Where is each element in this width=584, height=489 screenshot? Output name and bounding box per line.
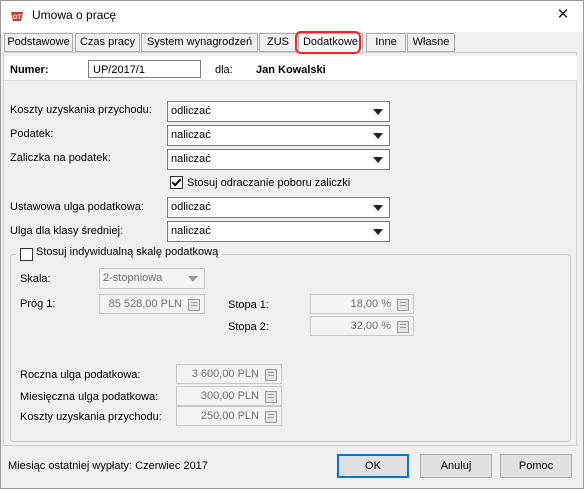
chevron-down-icon <box>188 276 198 282</box>
group-koszty-field[interactable]: 250,00 PLN <box>176 406 282 426</box>
calculator-icon[interactable] <box>265 411 277 423</box>
stopa2-label: Stopa 2: <box>228 321 269 333</box>
podatek-label: Podatek: <box>10 128 54 140</box>
numer-field[interactable]: UP/2017/1 <box>88 60 201 78</box>
odraczanie-label: Stosuj odraczanie poboru zaliczki <box>187 177 351 189</box>
calculator-icon[interactable] <box>265 391 277 403</box>
odraczanie-checkbox[interactable] <box>170 176 183 189</box>
cancel-button[interactable]: Anuluj <box>420 454 492 478</box>
roczna-label: Roczna ulga podatkowa: <box>20 369 141 381</box>
group-koszty-label: Koszty uzyskania przychodu: <box>20 411 162 423</box>
app-logo-icon: GT <box>11 12 23 21</box>
chevron-down-icon <box>373 109 383 115</box>
chevron-down-icon <box>373 157 383 163</box>
podatek-select-value: naliczać <box>171 129 211 141</box>
calculator-icon[interactable] <box>265 369 277 381</box>
stopa1-field[interactable]: 18,00 % <box>310 294 414 314</box>
window-title: Umowa o pracę <box>32 8 117 22</box>
klasa-select-value: naliczać <box>171 225 211 237</box>
podatek-select[interactable]: naliczać <box>167 125 390 146</box>
klasa-label: Ulga dla klasy średniej: <box>10 225 124 237</box>
calculator-icon[interactable] <box>397 321 409 333</box>
employee-name: Jan Kowalski <box>256 64 326 76</box>
prog-field[interactable]: 85 528,00 PLN <box>99 294 205 314</box>
numer-label: Numer: <box>10 64 49 76</box>
tab-zus[interactable]: ZUS <box>259 33 297 52</box>
tab-inne[interactable]: Inne <box>366 33 406 52</box>
calculator-icon[interactable] <box>397 299 409 311</box>
tab-podstawowe[interactable]: Podstawowe <box>4 33 73 52</box>
roczna-field[interactable]: 3 600,00 PLN <box>176 364 282 384</box>
scale-group-legend: Stosuj indywidualną skalę podatkową <box>16 246 223 262</box>
zaliczka-select-value: naliczać <box>171 153 211 165</box>
stopa2-field[interactable]: 32,00 % <box>310 316 414 336</box>
skala-select-value: 2-stopniowa <box>103 272 163 284</box>
skala-select[interactable]: 2-stopniowa <box>99 268 205 289</box>
stopa1-label: Stopa 1: <box>228 299 269 311</box>
zaliczka-select[interactable]: naliczać <box>167 149 390 170</box>
tab-system-wynagrodzen[interactable]: System wynagrodzeń <box>141 33 258 52</box>
close-icon[interactable]: ✕ <box>551 4 575 26</box>
chevron-down-icon <box>373 229 383 235</box>
stopa2-value: 32,00 % <box>350 320 391 332</box>
ulga-label: Ustawowa ulga podatkowa: <box>10 201 144 213</box>
scale-checkbox[interactable] <box>20 248 33 261</box>
stopa1-value: 18,00 % <box>350 298 391 310</box>
prog-value: 85 528,00 PLN <box>108 298 182 310</box>
title-bar: GT Umowa o pracę ✕ <box>1 1 583 32</box>
ulga-select[interactable]: odliczać <box>167 197 390 218</box>
tab-czas-pracy[interactable]: Czas pracy <box>75 33 140 52</box>
koszty-select-value: odliczać <box>171 105 211 117</box>
koszty-label: Koszty uzyskania przychodu: <box>10 104 152 116</box>
prog-label: Próg 1: <box>20 298 56 310</box>
skala-label: Skala: <box>20 273 51 285</box>
ok-button[interactable]: OK <box>337 454 409 478</box>
miesieczna-label: Miesięczna ulga podatkowa: <box>20 391 159 403</box>
miesieczna-field[interactable]: 300,00 PLN <box>176 386 282 406</box>
chevron-down-icon <box>373 133 383 139</box>
group-koszty-value: 250,00 PLN <box>200 410 259 422</box>
help-button[interactable]: Pomoc <box>500 454 572 478</box>
status-text: Miesiąc ostatniej wypłaty: Czerwiec 2017 <box>8 460 208 472</box>
miesieczna-value: 300,00 PLN <box>200 390 259 402</box>
tab-wlasne[interactable]: Własne <box>407 33 455 52</box>
ulga-select-value: odliczać <box>171 201 211 213</box>
calculator-icon[interactable] <box>188 299 200 311</box>
svg-text:GT: GT <box>13 15 22 21</box>
tab-dodatkowe[interactable]: Dodatkowe <box>298 33 363 52</box>
koszty-select[interactable]: odliczać <box>167 101 390 122</box>
zaliczka-label: Zaliczka na podatek: <box>10 152 111 164</box>
klasa-select[interactable]: naliczać <box>167 221 390 242</box>
chevron-down-icon <box>373 205 383 211</box>
roczna-value: 3 600,00 PLN <box>191 368 259 380</box>
dla-label: dla: <box>215 64 233 76</box>
scale-group-title: Stosuj indywidualną skalę podatkową <box>36 246 219 258</box>
